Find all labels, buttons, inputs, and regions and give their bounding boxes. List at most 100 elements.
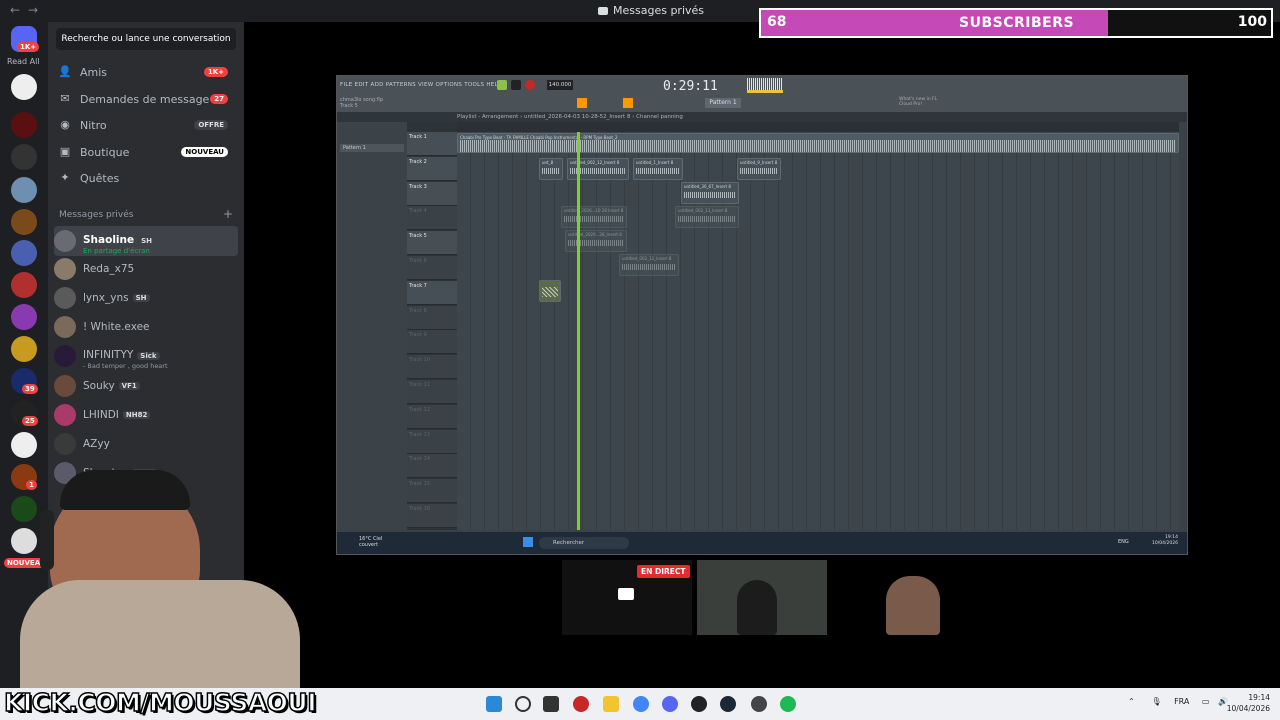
spotify-icon[interactable] (780, 696, 796, 712)
server-icon[interactable] (11, 336, 37, 362)
track-header[interactable]: Track 3 (407, 181, 457, 206)
server-icon[interactable] (11, 272, 37, 298)
fl-studio-window[interactable]: FILE EDIT ADD PATTERNS VIEW OPTIONS TOOL… (336, 75, 1188, 555)
track-header[interactable]: Track 11 (407, 380, 457, 404)
shared-windows-taskbar: 16°C Ciel couvert Rechercher ENG 19:14 10… (337, 532, 1187, 554)
nav-quests[interactable]: ✦ Quêtes (58, 168, 238, 188)
nav-nitro[interactable]: ◉ Nitro OFFRE (58, 115, 238, 135)
server-icon[interactable] (11, 240, 37, 266)
app-icon[interactable] (573, 696, 589, 712)
audio-clip[interactable]: untitled_9_Insert 8 (737, 158, 781, 180)
chrome-icon[interactable] (633, 696, 649, 712)
pattern-item[interactable]: Pattern 1 (340, 144, 404, 152)
play-icon[interactable] (497, 80, 507, 90)
audio-clip[interactable]: untitled_002_12_Insert 8 (619, 254, 679, 276)
discord-icon[interactable] (662, 696, 678, 712)
track-header[interactable]: Track 10 (407, 355, 457, 380)
server-icon[interactable] (11, 177, 37, 203)
server-icon[interactable] (11, 144, 37, 170)
audio-clip[interactable]: untitled_002_13_Insert 8 (675, 206, 739, 228)
track-header[interactable]: Track 2 (407, 156, 457, 181)
read-all-button[interactable]: Read All (7, 57, 40, 66)
audio-clip[interactable]: untitled_1_Insert 8 (633, 158, 683, 180)
weather-widget[interactable]: 16°C Ciel couvert (359, 536, 399, 548)
file-explorer-icon[interactable] (603, 696, 619, 712)
server-icon[interactable] (11, 432, 37, 458)
dm-item[interactable]: Shaoline SH En partage d'écran (54, 226, 238, 256)
back-arrow-icon[interactable]: ← (10, 3, 20, 17)
track-header[interactable]: Track 15 (407, 479, 457, 504)
audio-clip[interactable]: Chaabi Pro Type Beat - TA FAMILLE Chaabi… (457, 133, 1179, 153)
conversation-search-button[interactable]: Recherche ou lance une conversation (56, 28, 236, 50)
nav-message-requests[interactable]: ✉ Demandes de message 27 (58, 89, 238, 109)
app-icon[interactable] (751, 696, 767, 712)
forward-arrow-icon[interactable]: → (28, 3, 38, 17)
stop-icon[interactable] (511, 80, 521, 90)
dm-item[interactable]: AZyy (54, 430, 238, 458)
record-icon[interactable] (525, 80, 535, 90)
nav-shop[interactable]: ▣ Boutique NOUVEAU (58, 142, 238, 162)
track-header[interactable]: Track 9 (407, 330, 457, 355)
fl-menu-bar[interactable]: FILE EDIT ADD PATTERNS VIEW OPTIONS TOOL… (340, 82, 502, 88)
bpm-display[interactable]: 140.000 (547, 80, 573, 90)
chevron-up-icon[interactable]: ⌃ (1128, 697, 1135, 706)
playhead[interactable] (577, 132, 580, 530)
language-indicator[interactable]: FRA (1174, 697, 1189, 706)
track-header[interactable]: Track 4 (407, 206, 457, 231)
dm-item[interactable]: Reda_x75 (54, 255, 238, 283)
playlist-grid[interactable]: Chaabi Pro Type Beat - TA FAMILLE Chaabi… (457, 132, 1179, 530)
audio-clip[interactable]: unt_8 (539, 158, 563, 180)
dm-item[interactable]: ! White.exee (54, 313, 238, 341)
taskbar-clock[interactable]: 19:14 10/04/2026 (1227, 692, 1270, 714)
waveform-monitor (747, 78, 783, 90)
microphone-icon[interactable]: 🎙 (1151, 697, 1161, 706)
pattern-selector[interactable]: Pattern 1 (705, 98, 741, 108)
audio-clip[interactable]: untitled_30_67_Insert 8 (681, 182, 739, 204)
task-view-icon[interactable] (543, 696, 559, 712)
avatar (54, 258, 76, 280)
track-header[interactable]: Track 13 (407, 429, 457, 454)
participant-avatar-tile[interactable] (868, 570, 958, 635)
taskbar-search[interactable]: Rechercher (539, 537, 629, 549)
track-header[interactable]: Track 7 (407, 280, 457, 305)
dm-item[interactable]: lynx_yns SH (54, 284, 238, 312)
automation-clip[interactable] (539, 280, 561, 302)
windows-start-icon[interactable] (486, 696, 502, 712)
system-tray[interactable]: ⌃ 🎙 FRA ▭ 🔊 (1128, 697, 1228, 706)
tool-icon[interactable] (577, 98, 587, 108)
network-icon[interactable]: ▭ (1202, 697, 1210, 706)
fl-news[interactable]: What's new in FL Cloud Pro! (899, 97, 949, 107)
windows-start-icon[interactable] (523, 537, 533, 547)
steam-icon[interactable] (720, 696, 736, 712)
track-header[interactable]: Track 12 (407, 404, 457, 429)
fl-toolbar: FILE EDIT ADD PATTERNS VIEW OPTIONS TOOL… (337, 76, 1187, 112)
nav-friends[interactable]: 👤 Amis 1K+ (58, 62, 238, 82)
track-header[interactable]: Track 6 (407, 256, 457, 280)
track-header[interactable]: Track 8 (407, 305, 457, 330)
dm-item[interactable]: LHINDI NH82 (54, 401, 238, 429)
server-icon[interactable] (11, 112, 37, 138)
app-icon[interactable] (691, 696, 707, 712)
track-header[interactable]: Track 14 (407, 454, 457, 479)
dm-item[interactable]: Souky VF1 (54, 372, 238, 400)
subscriber-count: 68 (767, 14, 787, 30)
streamer-hair (60, 470, 190, 510)
dm-status: En partage d'écran (83, 246, 150, 255)
avatar (54, 433, 76, 455)
server-icon[interactable] (11, 74, 37, 100)
timeline-ruler[interactable] (457, 122, 1179, 132)
audio-clip[interactable]: untitled_2026...10 28 Insert 8 (561, 206, 627, 228)
server-icon[interactable] (11, 209, 37, 235)
tool-icon[interactable] (623, 98, 633, 108)
add-dm-button[interactable]: + (223, 207, 233, 221)
audio-clip[interactable]: untitled_2026...28_Insert 8 (565, 230, 627, 252)
subscriber-label: SUBSCRIBERS (959, 15, 1075, 31)
quests-icon: ✦ (60, 171, 70, 184)
dm-item[interactable]: INFINITYY Sick - Bad temper , good heart (54, 342, 238, 370)
track-header[interactable]: Track 16 (407, 504, 457, 528)
participant-video-tile[interactable] (697, 560, 827, 635)
search-icon[interactable] (515, 696, 531, 712)
server-icon[interactable] (11, 304, 37, 330)
track-header[interactable]: Track 5 (407, 231, 457, 256)
track-header[interactable]: Track 1 (407, 132, 457, 156)
